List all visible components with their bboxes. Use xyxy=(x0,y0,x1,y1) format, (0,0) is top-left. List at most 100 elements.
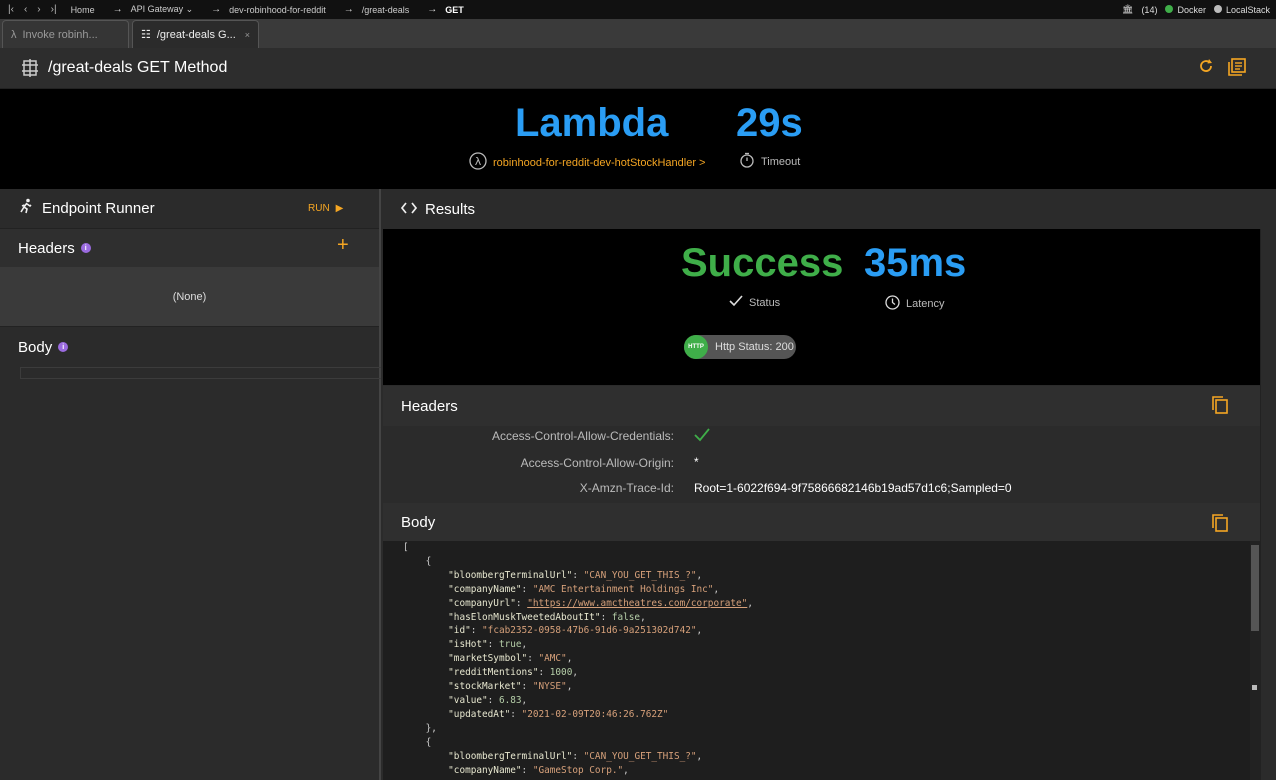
page-header: /great-deals GET Method xyxy=(0,48,1276,89)
code-line: "companyName": "GameStop Corp.", xyxy=(448,764,629,776)
request-headers-heading: Headers i xyxy=(0,229,379,267)
results-title: Results xyxy=(425,200,476,218)
http-icon: HTTP xyxy=(684,335,708,359)
lambda-icon: λ xyxy=(11,28,17,41)
header-value: Root=1-6022f694-9f75866682146b19ad57d1c6… xyxy=(694,481,1012,495)
history-nav: |‹ ‹ › ›| xyxy=(0,4,57,15)
code-line: "companyUrl": "https://www.amctheatres.c… xyxy=(448,597,753,609)
code-line: { xyxy=(403,736,432,748)
clock-icon xyxy=(885,295,900,313)
arrow-right-icon: → xyxy=(343,4,354,15)
forward-icon[interactable]: › xyxy=(37,4,40,15)
tab-great-deals[interactable]: ☷ /great-deals G... × xyxy=(132,20,259,48)
code-line: "updatedAt": "2021-02-09T20:46:26.762Z" xyxy=(448,708,669,720)
breadcrumb-method[interactable]: GET xyxy=(445,5,464,15)
status-value: Success xyxy=(681,241,844,285)
copy-body-icon[interactable] xyxy=(1212,514,1228,536)
api-gateway-icon: ☷ xyxy=(141,29,151,41)
results-header: Results xyxy=(383,189,1276,229)
check-icon xyxy=(729,295,743,310)
code-line: "redditMentions": 1000, xyxy=(448,667,578,679)
back-icon[interactable]: ‹ xyxy=(24,4,27,15)
result-stats: Success 35ms Status Latency HTTP Http Sta… xyxy=(383,229,1260,385)
play-icon: ▶ xyxy=(335,203,344,214)
code-line: "stockMarket": "NYSE", xyxy=(448,681,573,693)
breadcrumb-api[interactable]: dev-robinhood-for-reddit xyxy=(229,5,326,15)
docker-status[interactable]: Docker xyxy=(1165,4,1206,15)
request-body-editor[interactable] xyxy=(20,367,381,379)
code-line: "value": 6.83, xyxy=(448,694,528,706)
info-icon[interactable]: i xyxy=(80,243,91,253)
refresh-icon[interactable] xyxy=(1198,58,1214,81)
scrollbar-thumb[interactable] xyxy=(1251,545,1259,631)
bank-icon: 🏛 xyxy=(1122,4,1134,14)
status-caption: Status xyxy=(729,295,780,310)
tab-invoke[interactable]: λ Invoke robinh... xyxy=(2,20,129,48)
breadcrumb-api-gateway[interactable]: API Gateway ⌄ xyxy=(131,4,194,15)
docs-icon[interactable] xyxy=(1228,58,1246,81)
timeout-caption: Timeout xyxy=(739,152,800,171)
arrow-right-icon: → xyxy=(427,4,438,15)
code-line: "bloombergTerminalUrl": "CAN_YOU_GET_THI… xyxy=(448,750,703,762)
svg-text:λ: λ xyxy=(475,155,482,168)
localstack-status-dot-icon xyxy=(1213,4,1222,13)
tab-label: Invoke robinh... xyxy=(22,28,98,41)
runner-title: Endpoint Runner xyxy=(42,200,155,217)
chevron-down-icon: ⌄ xyxy=(185,4,194,14)
panel-scrollbar[interactable] xyxy=(1260,229,1276,780)
copy-headers-icon[interactable] xyxy=(1212,396,1228,418)
code-line: "id": "fcab2352-0958-47b6-91d6-9a251302d… xyxy=(448,625,703,637)
stopwatch-icon xyxy=(739,152,755,171)
headers-empty-state: (None) xyxy=(0,267,379,327)
top-bar: |‹ ‹ › ›| Home → API Gateway ⌄ → dev-rob… xyxy=(0,0,1276,19)
code-line: }, xyxy=(403,722,437,734)
code-line: "isHot": true, xyxy=(448,639,528,651)
status-area: 🏛 (14) Docker LocalStack xyxy=(1122,0,1270,19)
timeout-value: 29s xyxy=(736,101,803,145)
request-body-heading: Body i xyxy=(0,328,379,366)
lambda-heading: Lambda xyxy=(515,101,669,145)
http-status-badge: HTTP Http Status: 200 xyxy=(684,335,796,359)
breadcrumb-resource[interactable]: /great-deals xyxy=(362,5,410,15)
function-link[interactable]: λ robinhood-for-reddit-dev-hotStockHandl… xyxy=(469,152,705,173)
code-line: [ xyxy=(403,542,409,553)
last-page-icon[interactable]: ›| xyxy=(51,4,57,15)
page-title: /great-deals GET Method xyxy=(48,59,228,76)
code-line: "companyName": "AMC Entertainment Holdin… xyxy=(448,583,720,595)
tab-bar: λ Invoke robinh... ☷ /great-deals G... × xyxy=(0,19,1276,48)
first-page-icon[interactable]: |‹ xyxy=(8,4,14,15)
add-header-button[interactable]: + xyxy=(337,235,349,255)
response-headers-heading: Headers xyxy=(383,386,1260,426)
response-body-viewer[interactable]: [ { "bloombergTerminalUrl": "CAN_YOU_GET… xyxy=(383,541,1250,780)
latency-value: 35ms xyxy=(864,241,967,285)
scroll-marker xyxy=(1252,685,1257,690)
results-panel: Results Success 35ms Status Latency HTTP… xyxy=(383,189,1276,780)
check-icon xyxy=(694,428,710,445)
breadcrumb: Home → API Gateway ⌄ → dev-robinhood-for… xyxy=(71,4,482,15)
api-gateway-icon xyxy=(20,58,40,78)
latency-caption: Latency xyxy=(885,295,945,313)
code-scrollbar[interactable] xyxy=(1250,541,1260,780)
code-line: "hasElonMuskTweetedAboutIt": false, xyxy=(448,611,646,623)
breadcrumb-home[interactable]: Home xyxy=(71,5,95,15)
lambda-icon: λ xyxy=(469,152,487,173)
lambda-summary: Lambda 29s λ robinhood-for-reddit-dev-ho… xyxy=(0,89,1276,189)
close-icon[interactable]: × xyxy=(245,30,250,40)
code-icon xyxy=(400,201,418,218)
resource-count[interactable]: (14) xyxy=(1141,5,1157,15)
code-line: { xyxy=(403,555,432,567)
header-value: * xyxy=(694,455,699,469)
code-line: "bloombergTerminalUrl": "CAN_YOU_GET_THI… xyxy=(448,569,703,581)
arrow-right-icon: → xyxy=(112,4,123,15)
runner-icon xyxy=(18,198,34,219)
docker-status-dot-icon xyxy=(1165,4,1174,13)
endpoint-runner-panel: Endpoint Runner RUN ▶ Headers i + (None) B… xyxy=(0,189,381,780)
tab-label: /great-deals G... xyxy=(156,28,236,41)
runner-header: Endpoint Runner RUN ▶ xyxy=(0,189,379,229)
arrow-right-icon: → xyxy=(211,4,222,15)
response-body-heading: Body xyxy=(383,503,1260,541)
code-line: "marketSymbol": "AMC", xyxy=(448,653,573,665)
run-button[interactable]: RUN ▶ xyxy=(308,203,343,214)
localstack-status[interactable]: LocalStack xyxy=(1213,4,1270,15)
info-icon[interactable]: i xyxy=(58,342,69,352)
